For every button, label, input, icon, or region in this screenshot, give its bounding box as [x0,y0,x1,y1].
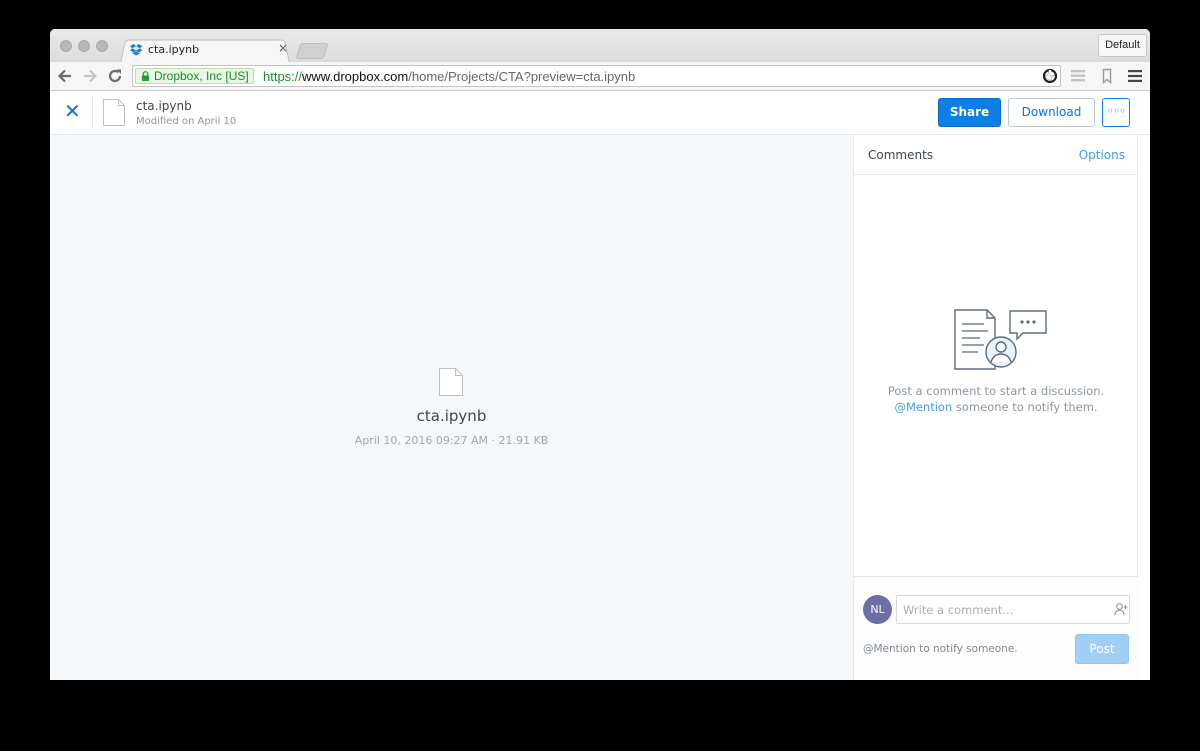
bookmark-icon[interactable] [1099,68,1115,84]
url-path: /home/Projects/CTA?preview=cta.ipynb [408,69,636,84]
empty-comments-illustration [954,309,1047,370]
tab-title: cta.ipynb [148,43,200,56]
comments-title: Comments [868,148,934,162]
extension-icon[interactable] [1042,68,1058,84]
preview-file-meta: April 10, 2016 09:27 AM · 21.91 KB [354,434,549,447]
file-preview-area: cta.ipynb April 10, 2016 09:27 AM · 21.9… [50,135,853,680]
minimize-window-button[interactable] [78,40,90,52]
lock-icon [141,71,150,81]
new-tab-button[interactable] [295,43,329,59]
more-options-button[interactable]: ◦◦◦ [1102,98,1130,127]
comments-options-link[interactable]: Options [1079,148,1125,162]
file-icon [439,368,463,396]
add-person-icon[interactable] [1114,602,1128,616]
file-icon [103,99,125,126]
avatar: NL [863,595,892,624]
mention-link[interactable]: @Mention [894,400,952,414]
post-button[interactable]: Post [1075,634,1129,664]
download-button[interactable]: Download [1008,98,1095,127]
url-host: www.dropbox.com [302,69,409,84]
url-scheme: https:// [263,69,303,84]
tab-strip: cta.ipynb × Default [50,29,1150,63]
browser-window: cta.ipynb × Default Dropbox, Inc [US] ht… [50,29,1150,680]
zoom-window-button[interactable] [96,40,108,52]
menu-icon[interactable] [1127,68,1143,84]
comment-composer: NL @Mention to notify someone. Post [854,576,1138,680]
ev-certificate-badge[interactable]: Dropbox, Inc [US] [135,68,254,84]
back-icon[interactable] [56,67,74,85]
mention-hint-text: someone to notify them. [952,400,1098,414]
ev-name: Dropbox, Inc [US] [154,69,249,83]
header-divider [92,97,93,127]
comments-panel: Comments Options Post a comment to start… [853,135,1138,680]
address-bar[interactable]: Dropbox, Inc [US] https://www.dropbox.co… [132,65,1061,87]
preview-file-name: cta.ipynb [416,407,487,425]
preview-header: ✕ cta.ipynb Modified on April 10 Share D… [50,91,1150,135]
profile-button[interactable]: Default [1098,34,1147,57]
tab-close-icon[interactable]: × [278,41,288,55]
reload-icon[interactable] [106,67,124,85]
header-modified-date: Modified on April 10 [136,116,237,127]
mention-hint: @Mention to notify someone. [863,643,1018,655]
header-file-name: cta.ipynb [136,99,192,113]
empty-comments-mention-text: @Mention someone to notify them. [854,400,1138,414]
forward-icon[interactable] [81,67,99,85]
browser-tab-content[interactable]: cta.ipynb × [126,38,288,62]
dropbox-icon [130,44,143,56]
comments-header: Comments Options [854,135,1138,175]
browser-toolbar: Dropbox, Inc [US] https://www.dropbox.co… [50,62,1150,91]
share-button[interactable]: Share [938,98,1001,127]
close-window-button[interactable] [60,40,72,52]
window-edge [1138,135,1150,680]
url-text: https://www.dropbox.com/home/Projects/CT… [263,69,635,84]
close-icon[interactable]: ✕ [64,101,81,121]
empty-comments-text: Post a comment to start a discussion. [887,384,1105,398]
reader-icon[interactable] [1070,68,1086,84]
comment-input[interactable] [896,595,1130,624]
